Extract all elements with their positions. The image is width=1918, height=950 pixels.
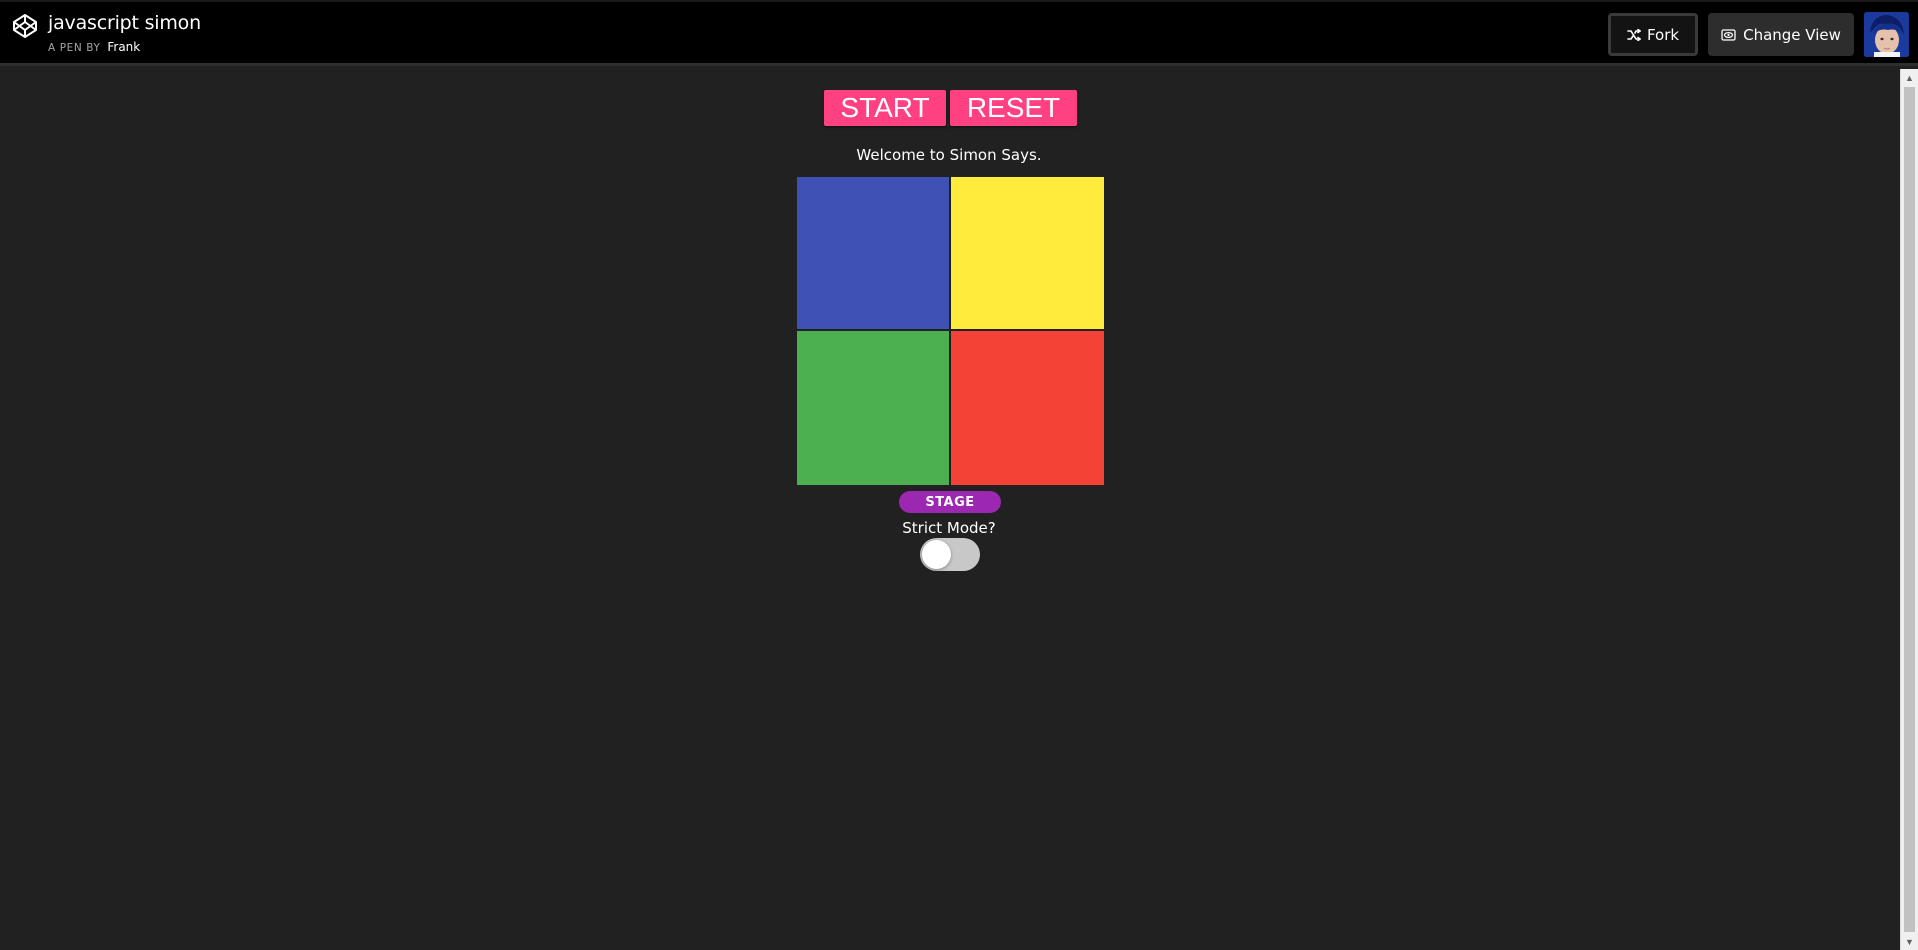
pen-author: A PEN BY Frank [48,40,140,54]
author-link[interactable]: Frank [107,40,140,54]
codepen-icon[interactable] [12,13,38,39]
change-view-button[interactable]: Change View [1708,13,1854,56]
stage-badge: STAGE [899,491,1001,513]
simon-board [797,177,1104,485]
scroll-down-arrow-icon[interactable]: ▼ [1901,933,1918,950]
pen-title[interactable]: javascript simon [48,12,201,34]
by-label: A PEN BY [48,42,101,54]
green-pad[interactable] [797,331,949,485]
avatar-image [1864,12,1909,57]
yellow-pad[interactable] [951,177,1104,329]
eye-icon [1721,28,1736,41]
pen-header: javascript simon A PEN BY Frank Fork Cha… [0,0,1918,66]
blue-pad[interactable] [797,177,949,329]
game-controls: START RESET [824,90,1077,126]
start-button[interactable]: START [824,90,946,126]
scroll-thumb[interactable] [1904,87,1915,932]
scroll-up-arrow-icon[interactable]: ▲ [1901,69,1918,86]
result-frame: START RESET Welcome to Simon Says. STAGE… [0,69,1898,950]
fork-icon [1627,28,1641,41]
change-view-label: Change View [1743,25,1841,44]
fork-label: Fork [1646,25,1680,44]
fork-button[interactable]: Fork [1608,13,1698,56]
vertical-scrollbar[interactable]: ▲ ▼ [1900,69,1918,950]
strict-mode-label: Strict Mode? [902,519,996,537]
red-pad[interactable] [951,331,1104,485]
user-avatar[interactable] [1864,12,1909,57]
reset-button[interactable]: RESET [950,90,1077,126]
welcome-message: Welcome to Simon Says. [856,146,1042,164]
toggle-knob[interactable] [922,540,951,569]
strict-mode-toggle[interactable] [920,538,980,571]
